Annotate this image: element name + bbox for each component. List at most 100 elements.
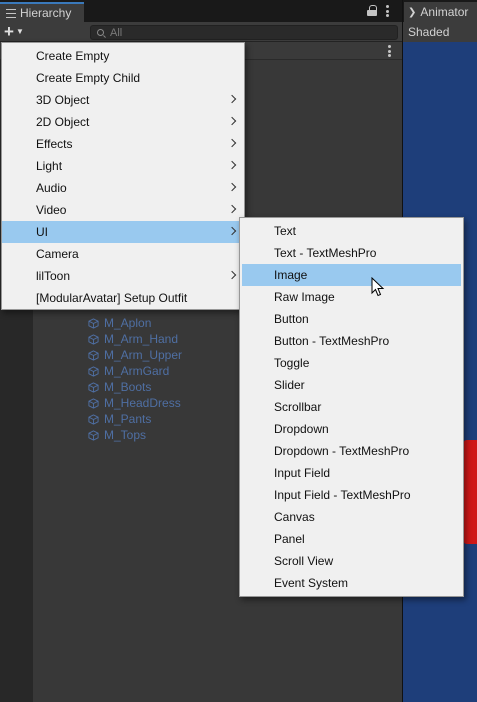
list-icon <box>6 8 16 18</box>
lock-icon[interactable] <box>367 5 377 16</box>
chevron-down-icon: ▼ <box>15 27 24 36</box>
mesh-cube-icon <box>88 397 99 409</box>
animator-tab[interactable]: ❯ Animator <box>404 2 477 22</box>
menu-item[interactable]: 3D Object <box>2 89 244 111</box>
submenu-item[interactable]: Input Field <box>240 462 463 484</box>
scene-options-icon[interactable] <box>387 45 391 57</box>
chevron-right-icon <box>229 161 235 170</box>
hierarchy-item[interactable]: M_Tops <box>88 427 146 443</box>
animator-tab-title: Animator <box>420 5 469 19</box>
hierarchy-item-label: M_Tops <box>104 428 147 442</box>
menu-item[interactable]: Video <box>2 199 244 221</box>
mouse-cursor-icon <box>371 277 385 297</box>
submenu-item[interactable]: Text <box>240 220 463 242</box>
mesh-cube-icon <box>88 413 99 425</box>
submenu-item-label: Button <box>274 312 309 326</box>
submenu-item[interactable]: Image <box>242 264 461 286</box>
submenu-item-label: Button - TextMeshPro <box>274 334 390 348</box>
hierarchy-item[interactable]: M_HeadDress <box>88 395 181 411</box>
hierarchy-item-label: M_Aplon <box>104 316 152 330</box>
hierarchy-item[interactable]: M_Aplon <box>88 315 151 331</box>
submenu-item-label: Toggle <box>274 356 310 370</box>
submenu-item[interactable]: Raw Image <box>240 286 463 308</box>
submenu-item-label: Scrollbar <box>274 400 322 414</box>
hierarchy-item-label: M_Boots <box>104 380 152 394</box>
menu-item-label: Create Empty <box>36 49 110 63</box>
submenu-item-label: Dropdown <box>274 422 329 436</box>
chevron-right-icon <box>229 227 235 236</box>
menu-item[interactable]: lilToon <box>2 265 244 287</box>
menu-item-label: UI <box>36 225 48 239</box>
mesh-cube-icon <box>88 349 99 361</box>
hierarchy-tab-title: Hierarchy <box>20 6 72 20</box>
mesh-cube-icon <box>88 365 99 377</box>
submenu-item[interactable]: Text - TextMeshPro <box>240 242 463 264</box>
submenu-item[interactable]: Button - TextMeshPro <box>240 330 463 352</box>
submenu-item-label: Input Field <box>274 466 331 480</box>
menu-item[interactable]: Audio <box>2 177 244 199</box>
hierarchy-tab[interactable]: Hierarchy <box>0 2 84 22</box>
menu-item-label: [ModularAvatar] Setup Outfit <box>36 291 188 305</box>
search-input[interactable]: All <box>90 25 398 40</box>
plus-icon: + <box>4 22 14 41</box>
menu-item[interactable]: Create Empty <box>2 45 244 67</box>
chevron-right-icon <box>229 205 235 214</box>
submenu-item[interactable]: Input Field - TextMeshPro <box>240 484 463 506</box>
hierarchy-item-label: M_Arm_Hand <box>104 332 179 346</box>
submenu-item-label: Event System <box>274 576 349 590</box>
submenu-item[interactable]: Panel <box>240 528 463 550</box>
chevron-right-icon <box>229 139 235 148</box>
menu-item-label: Create Empty Child <box>36 71 141 85</box>
chevron-right-icon <box>229 95 235 104</box>
hierarchy-item[interactable]: M_Pants <box>88 411 151 427</box>
hierarchy-toolbar: + ▼ All <box>0 22 402 42</box>
submenu-item[interactable]: Scrollbar <box>240 396 463 418</box>
submenu-item[interactable]: Scroll View <box>240 550 463 572</box>
submenu-item-label: Canvas <box>274 510 315 524</box>
hierarchy-item[interactable]: M_Boots <box>88 379 151 395</box>
hierarchy-item[interactable]: M_ArmGard <box>88 363 169 379</box>
hierarchy-item-label: M_Arm_Upper <box>104 348 183 362</box>
menu-item[interactable]: UI <box>2 221 244 243</box>
hierarchy-item[interactable]: M_Arm_Hand <box>88 331 178 347</box>
menu-item-label: Audio <box>36 181 67 195</box>
hierarchy-item-label: M_ArmGard <box>104 364 170 378</box>
submenu-item[interactable]: Canvas <box>240 506 463 528</box>
search-icon <box>97 29 104 36</box>
hierarchy-item-label: M_HeadDress <box>104 396 181 410</box>
submenu-item-label: Raw Image <box>274 290 335 304</box>
submenu-item[interactable]: Slider <box>240 374 463 396</box>
menu-item-label: lilToon <box>36 269 71 283</box>
menu-item[interactable]: [ModularAvatar] Setup Outfit <box>2 287 244 309</box>
submenu-item[interactable]: Button <box>240 308 463 330</box>
submenu-item[interactable]: Toggle <box>240 352 463 374</box>
submenu-item[interactable]: Dropdown - TextMeshPro <box>240 440 463 462</box>
chevron-right-icon <box>229 271 235 280</box>
submenu-item-label: Slider <box>274 378 305 392</box>
submenu-item[interactable]: Event System <box>240 572 463 594</box>
mesh-cube-icon <box>88 381 99 393</box>
submenu-item-label: Panel <box>274 532 305 546</box>
more-options-icon[interactable] <box>385 5 389 17</box>
hierarchy-item-label: M_Pants <box>104 412 152 426</box>
submenu-item-label: Dropdown - TextMeshPro <box>274 444 410 458</box>
submenu-item[interactable]: Dropdown <box>240 418 463 440</box>
animator-icon: ❯ <box>408 6 417 18</box>
submenu-item-label: Text - TextMeshPro <box>274 246 377 260</box>
hierarchy-item[interactable]: M_Arm_Upper <box>88 347 182 363</box>
menu-item[interactable]: Effects <box>2 133 244 155</box>
chevron-right-icon <box>229 117 235 126</box>
submenu-item-label: Input Field - TextMeshPro <box>274 488 411 502</box>
menu-item[interactable]: Light <box>2 155 244 177</box>
menu-item[interactable]: Create Empty Child <box>2 67 244 89</box>
menu-item-label: 3D Object <box>36 93 90 107</box>
menu-item[interactable]: Camera <box>2 243 244 265</box>
shading-mode-dropdown[interactable]: Shaded <box>402 22 477 42</box>
search-placeholder: All <box>110 26 123 39</box>
menu-item-label: Light <box>36 159 63 173</box>
add-object-button[interactable]: + ▼ <box>4 22 34 41</box>
menu-item[interactable]: 2D Object <box>2 111 244 133</box>
submenu-item-label: Image <box>274 268 308 282</box>
chevron-right-icon <box>229 183 235 192</box>
submenu-item-label: Scroll View <box>274 554 334 568</box>
